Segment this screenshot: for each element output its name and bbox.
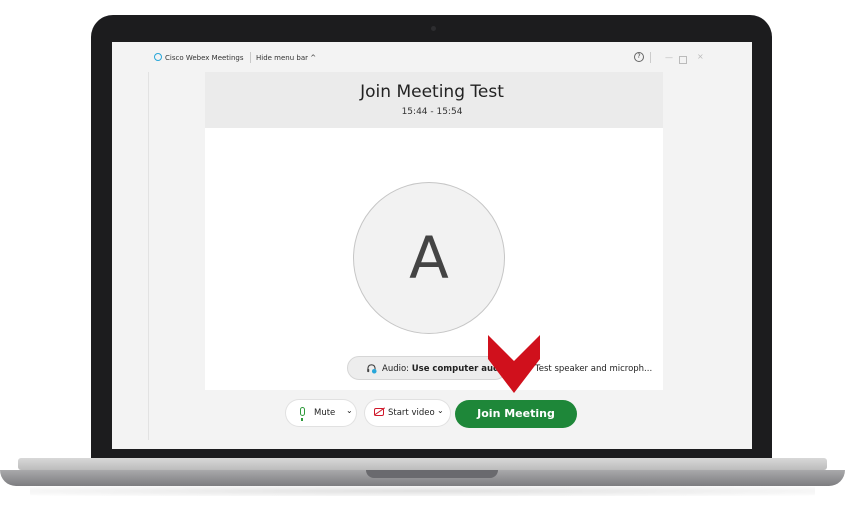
chevron-down-icon[interactable]: ⌄ — [346, 406, 353, 415]
mute-label: Mute — [314, 408, 336, 418]
laptop-notch — [366, 470, 498, 478]
titlebar-separator — [250, 52, 251, 63]
microphone-icon — [300, 407, 305, 421]
meeting-time: 15:44 - 15:54 — [401, 107, 463, 117]
join-meeting-button[interactable]: Join Meeting — [455, 400, 577, 428]
video-preview: A Audio: Use computer audio ⌄ ⚙ Test spe… — [205, 128, 663, 390]
help-icon[interactable]: ? — [634, 52, 644, 62]
red-arrow-icon — [488, 335, 540, 393]
meeting-title: Join Meeting Test — [360, 82, 504, 102]
mute-button[interactable]: Mute ⌄ — [286, 400, 356, 426]
app-name: Cisco Webex Meetings — [165, 54, 244, 62]
laptop-hinge — [18, 458, 827, 470]
webex-logo-icon — [154, 53, 162, 61]
avatar-initial: A — [409, 224, 449, 292]
laptop-shadow — [30, 486, 815, 496]
video-off-icon — [374, 408, 384, 416]
minimize-icon[interactable]: — — [665, 53, 673, 62]
left-panel-divider — [148, 72, 149, 440]
audio-icon — [367, 364, 377, 374]
start-video-label: Start video — [388, 408, 435, 418]
maximize-icon[interactable] — [679, 56, 687, 64]
webcam-dot — [431, 26, 436, 31]
titlebar: Cisco Webex Meetings Hide menu bar ^ ? —… — [112, 42, 752, 72]
close-icon[interactable]: × — [697, 52, 704, 61]
audio-prefix: Audio: — [382, 364, 412, 374]
avatar: A — [353, 182, 505, 334]
test-speaker-button[interactable]: ⚙ Test speaker and microph... — [521, 362, 653, 375]
audio-selector-button[interactable]: Audio: Use computer audio ⌄ — [347, 356, 508, 380]
test-speaker-label: Test speaker and microph... — [535, 364, 653, 374]
webex-window: Cisco Webex Meetings Hide menu bar ^ ? —… — [112, 42, 752, 449]
hide-menu-bar-button[interactable]: Hide menu bar ^ — [256, 54, 316, 62]
start-video-button[interactable]: Start video ⌄ — [365, 400, 450, 426]
window-controls-separator — [650, 52, 651, 63]
chevron-down-icon[interactable]: ⌄ — [437, 406, 444, 415]
